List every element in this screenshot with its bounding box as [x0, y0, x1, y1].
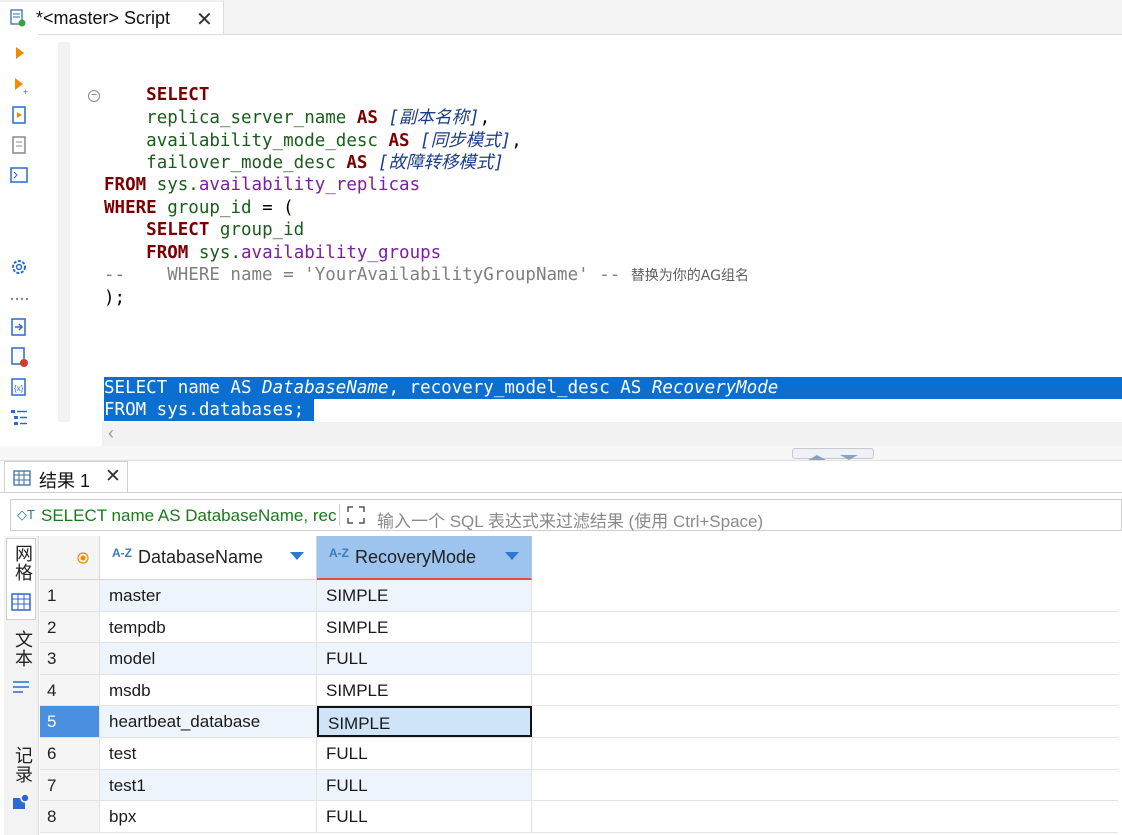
cell-recoverymode[interactable]: SIMPLE: [317, 674, 532, 706]
tab-text-label[interactable]: 文本: [10, 630, 36, 668]
cell-databasename[interactable]: msdb: [100, 674, 317, 706]
code-line-2: replica_server_name AS [副本名称],: [146, 108, 491, 128]
row-number-header[interactable]: [40, 536, 100, 580]
grid-table-icon: [13, 470, 31, 486]
row-number[interactable]: 4: [40, 674, 100, 706]
fold-toggle-icon[interactable]: −: [88, 90, 100, 102]
result-view-tabs: 网格 文本 记录: [4, 536, 39, 835]
collapse-expand-icon: [808, 455, 858, 460]
editor-tab-title: *<master> Script: [36, 8, 171, 28]
table-row[interactable]: 2 tempdb SIMPLE: [40, 611, 1118, 644]
cell-databasename[interactable]: test1: [100, 769, 317, 801]
svg-text:+: +: [23, 87, 28, 96]
outline-icon[interactable]: [8, 406, 30, 428]
query-icon: ◇T: [17, 507, 35, 522]
column-label: RecoveryMode: [355, 547, 477, 567]
filter-input[interactable]: 输入一个 SQL 表达式来过滤结果 (使用 Ctrl+Space): [377, 507, 763, 532]
code-line-9: -- WHERE name = 'YourAvailabilityGroupNa…: [104, 265, 749, 285]
results-tab-label: 结果 1: [39, 471, 91, 491]
cell-databasename[interactable]: master: [100, 580, 317, 611]
row-number[interactable]: 5: [40, 706, 100, 737]
row-number[interactable]: 8: [40, 801, 100, 832]
settings-gear-icon[interactable]: [8, 256, 30, 278]
cell-databasename[interactable]: test: [100, 738, 317, 769]
results-tab-divider: [0, 492, 1122, 493]
cell-databasename[interactable]: heartbeat_database: [100, 706, 317, 737]
cell-databasename[interactable]: tempdb: [100, 611, 317, 643]
row-number[interactable]: 6: [40, 738, 100, 769]
execute-statement-icon[interactable]: [8, 42, 30, 64]
code-line-10: );: [104, 288, 126, 308]
result-grid: A-Z DatabaseName A-Z RecoveryMode 1 maste…: [40, 536, 1120, 835]
table-row[interactable]: 6 test FULL: [40, 738, 1118, 770]
cell-recoverymode[interactable]: SIMPLE: [317, 580, 532, 611]
filter-query-text[interactable]: SELECT name AS DatabaseName, rec: [41, 506, 337, 526]
export-icon[interactable]: [8, 316, 30, 338]
text-view-icon[interactable]: [11, 676, 31, 696]
select-all-icon[interactable]: [77, 552, 89, 564]
table-row[interactable]: 1 master SIMPLE: [40, 580, 1118, 612]
tab-grid-label[interactable]: 网格: [10, 544, 36, 582]
panel-splitter[interactable]: [0, 446, 1122, 461]
terminal-icon[interactable]: [8, 164, 30, 186]
text-type-icon: A-Z: [329, 546, 349, 560]
row-number[interactable]: 7: [40, 769, 100, 801]
cell-databasename[interactable]: model: [100, 643, 317, 674]
splitter-grip[interactable]: [792, 448, 874, 460]
more-dots-icon[interactable]: [8, 288, 30, 310]
cell-recoverymode[interactable]: FULL: [317, 769, 532, 801]
horizontal-scrollbar[interactable]: ‹: [102, 422, 1122, 446]
code-line-7: SELECT group_id: [146, 220, 305, 240]
cell-recoverymode[interactable]: SIMPLE: [317, 611, 532, 643]
svg-text:{x}: {x}: [14, 384, 24, 393]
column-filter-dropdown-icon[interactable]: [505, 552, 519, 560]
cell-recoverymode[interactable]: SIMPLE: [317, 706, 532, 737]
code-line-5: FROM sys.availability_replicas: [104, 175, 421, 195]
variables-icon[interactable]: {x}: [8, 376, 30, 398]
filter-separator: [339, 504, 340, 526]
column-label: DatabaseName: [138, 547, 264, 567]
close-tab-icon[interactable]: ✕: [196, 7, 213, 32]
code-line-3: availability_mode_desc AS [同步模式],: [146, 131, 522, 151]
cell-databasename[interactable]: bpx: [100, 801, 317, 832]
execute-script-icon[interactable]: [8, 104, 30, 126]
code-line-selected-2: FROM sys.databases;: [104, 400, 305, 420]
row-number[interactable]: 2: [40, 611, 100, 643]
results-tab[interactable]: 结果 1 ✕: [4, 461, 128, 493]
problems-icon[interactable]: [8, 346, 30, 368]
cell-recoverymode[interactable]: FULL: [317, 801, 532, 832]
table-row[interactable]: 8 bpx FULL: [40, 801, 1118, 833]
record-view-icon[interactable]: [11, 792, 31, 812]
filter-bar: ◇T SELECT name AS DatabaseName, rec 输入一个…: [10, 499, 1122, 531]
grid-view-icon[interactable]: [11, 592, 31, 612]
table-row[interactable]: 3 model FULL: [40, 643, 1118, 675]
tab-record-label[interactable]: 记录: [10, 746, 36, 784]
explain-plan-icon[interactable]: [8, 134, 30, 156]
editor-tab[interactable]: *<master> Script ✕: [0, 0, 224, 34]
expand-icon[interactable]: [345, 504, 367, 526]
cell-recoverymode[interactable]: FULL: [317, 738, 532, 769]
script-file-icon: [10, 9, 26, 27]
table-row[interactable]: 7 test1 FULL: [40, 769, 1118, 802]
close-results-tab-icon[interactable]: ✕: [105, 465, 121, 488]
scroll-left-icon[interactable]: ‹: [108, 423, 114, 444]
column-header-recoverymode[interactable]: A-Z RecoveryMode: [317, 536, 532, 580]
cell-recoverymode[interactable]: FULL: [317, 643, 532, 674]
code-line-6: WHERE group_id = (: [104, 198, 294, 218]
text-type-icon: A-Z: [112, 546, 132, 560]
row-number[interactable]: 3: [40, 643, 100, 674]
table-row[interactable]: 4 msdb SIMPLE: [40, 674, 1118, 707]
code-line-4: failover_mode_desc AS [故障转移模式]: [146, 153, 505, 173]
execute-new-tab-icon[interactable]: +: [8, 74, 30, 96]
code-line-8: FROM sys.availability_groups: [146, 243, 442, 263]
column-header-databasename[interactable]: A-Z DatabaseName: [100, 536, 317, 580]
column-filter-dropdown-icon[interactable]: [290, 552, 304, 560]
code-line-selected-1: SELECT name AS DatabaseName, recovery_mo…: [104, 378, 779, 398]
table-row[interactable]: 5 heartbeat_database SIMPLE: [40, 706, 1118, 738]
left-toolbar: + {x}: [0, 34, 38, 444]
code-line-1: SELECT: [146, 85, 210, 105]
row-number[interactable]: 1: [40, 580, 100, 611]
